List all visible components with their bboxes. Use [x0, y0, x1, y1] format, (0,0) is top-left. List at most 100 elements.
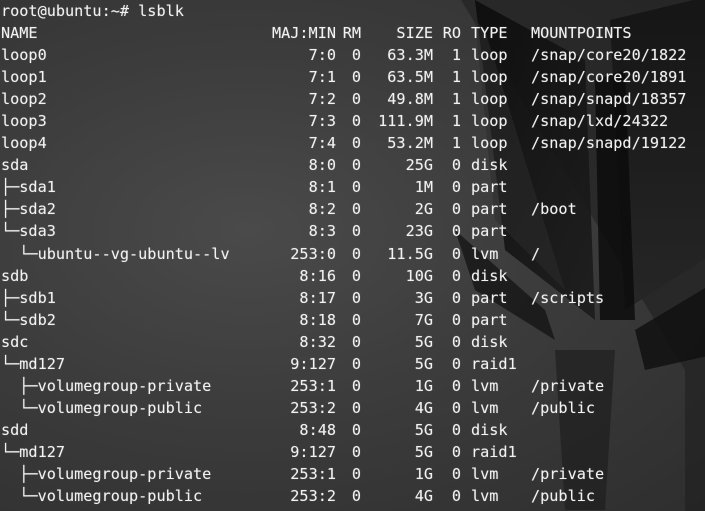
- device-name: ├─volumegroup-private: [1, 376, 212, 395]
- device-ro: 1: [451, 134, 461, 153]
- device-size: 111.9M: [378, 112, 433, 131]
- table-row: └─md127 9:127 0 5G 0 raid1: [1, 441, 705, 463]
- device-type: lvm: [471, 398, 499, 417]
- device-name: loop1: [1, 68, 47, 87]
- device-size: 11.5G: [387, 244, 433, 263]
- table-row: loop3 7:3 0 111.9M 1 loop/snap/lxd/24322: [1, 110, 705, 132]
- device-ro: 0: [451, 420, 461, 439]
- device-type: lvm: [471, 487, 499, 506]
- table-row: sdd 8:48 0 5G 0 disk: [1, 419, 705, 441]
- device-mountpoint: /boot: [531, 200, 577, 219]
- device-size: 25G: [405, 156, 433, 175]
- device-size: 3G: [414, 288, 433, 307]
- device-size: 5G: [414, 332, 433, 351]
- device-ro: 1: [451, 46, 461, 65]
- device-majmin: 7:3: [308, 112, 336, 131]
- device-rm: 0: [351, 354, 361, 373]
- device-size: 5G: [414, 420, 433, 439]
- device-size: 5G: [414, 354, 433, 373]
- device-mountpoint: /private: [531, 464, 605, 483]
- table-row: └─sda3 8:3 0 23G 0 part: [1, 220, 705, 242]
- device-name: └─md127: [1, 354, 66, 373]
- device-size: 5G: [414, 442, 433, 461]
- device-ro: 0: [451, 376, 461, 395]
- device-ro: 0: [451, 464, 461, 483]
- device-name: sdb: [1, 266, 29, 285]
- header-mountpoints: MOUNTPOINTS: [531, 24, 632, 43]
- device-ro: 0: [451, 487, 461, 506]
- table-row: └─sdb2 8:18 0 7G 0 part: [1, 309, 705, 331]
- device-ro: 1: [451, 112, 461, 131]
- device-name: ├─volumegroup-private: [1, 464, 212, 483]
- device-type: part: [471, 178, 508, 197]
- device-majmin: 8:17: [299, 288, 336, 307]
- device-size: 63.3M: [387, 46, 433, 65]
- device-size: 1G: [414, 464, 433, 483]
- device-mountpoint: /: [531, 244, 541, 263]
- device-rm: 0: [351, 442, 361, 461]
- device-majmin: 8:2: [308, 200, 336, 219]
- device-size: 1M: [414, 178, 433, 197]
- device-majmin: 9:127: [290, 442, 336, 461]
- device-mountpoint: /snap/snapd/18357: [531, 90, 687, 109]
- device-size: 63.5M: [387, 68, 433, 87]
- device-type: part: [471, 222, 508, 241]
- table-row: └─volumegroup-public 253:2 0 4G 0 lvm/public: [1, 397, 705, 419]
- device-majmin: 8:16: [299, 266, 336, 285]
- device-ro: 1: [451, 90, 461, 109]
- device-type: loop: [471, 68, 508, 87]
- device-majmin: 8:32: [299, 332, 336, 351]
- device-size: 2G: [414, 200, 433, 219]
- device-name: loop2: [1, 90, 47, 109]
- header-ro: RO: [442, 24, 461, 43]
- device-name: loop3: [1, 112, 47, 131]
- device-majmin: 7:4: [308, 134, 336, 153]
- table-row: └─volumegroup-public 253:2 0 4G 0 lvm/public: [1, 485, 705, 507]
- device-mountpoint: /private: [531, 376, 605, 395]
- terminal-output: root@ubuntu:~# lsblk NAME MAJ:MIN RM SIZ…: [1, 0, 705, 507]
- device-majmin: 253:0: [290, 244, 336, 263]
- device-name: └─ubuntu--vg-ubuntu--lv: [1, 244, 230, 263]
- device-size: 49.8M: [387, 90, 433, 109]
- table-row: ├─volumegroup-private 253:1 0 1G 0 lvm/privat…: [1, 463, 705, 485]
- terminal-window[interactable]: root@ubuntu:~# lsblk NAME MAJ:MIN RM SIZ…: [0, 0, 705, 511]
- device-type: lvm: [471, 244, 499, 263]
- device-name: └─md127: [1, 442, 66, 461]
- device-mountpoint: /snap/core20/1822: [531, 46, 687, 65]
- device-rm: 0: [351, 464, 361, 483]
- device-ro: 0: [451, 178, 461, 197]
- header-majmin: MAJ:MIN: [271, 24, 336, 43]
- device-majmin: 253:1: [290, 464, 336, 483]
- device-rm: 0: [351, 288, 361, 307]
- header-rm: RM: [342, 24, 361, 43]
- table-row: loop2 7:2 0 49.8M 1 loop/snap/snapd/18357: [1, 88, 705, 110]
- device-size: 4G: [414, 398, 433, 417]
- device-majmin: 8:0: [308, 156, 336, 175]
- device-type: loop: [471, 134, 508, 153]
- device-size: 23G: [405, 222, 433, 241]
- device-mountpoint: /snap/core20/1891: [531, 68, 687, 87]
- device-rm: 0: [351, 310, 361, 329]
- device-type: part: [471, 288, 508, 307]
- device-majmin: 8:48: [299, 420, 336, 439]
- device-majmin: 8:18: [299, 310, 336, 329]
- device-rm: 0: [351, 376, 361, 395]
- table-row: sda 8:0 0 25G 0 disk: [1, 154, 705, 176]
- device-ro: 0: [451, 200, 461, 219]
- device-ro: 0: [451, 244, 461, 263]
- table-row: ├─sdb1 8:17 0 3G 0 part/scripts: [1, 287, 705, 309]
- table-row: ├─volumegroup-private 253:1 0 1G 0 lvm/privat…: [1, 375, 705, 397]
- header-name: NAME: [1, 24, 38, 43]
- device-rm: 0: [351, 244, 361, 263]
- device-name: loop0: [1, 46, 47, 65]
- table-row: loop0 7:0 0 63.3M 1 loop/snap/core20/1822: [1, 44, 705, 66]
- device-rm: 0: [351, 90, 361, 109]
- device-rm: 0: [351, 266, 361, 285]
- device-rm: 0: [351, 46, 361, 65]
- device-ro: 0: [451, 354, 461, 373]
- device-rm: 0: [351, 200, 361, 219]
- device-ro: 0: [451, 442, 461, 461]
- device-type: loop: [471, 90, 508, 109]
- device-name: sdc: [1, 332, 29, 351]
- device-ro: 0: [451, 310, 461, 329]
